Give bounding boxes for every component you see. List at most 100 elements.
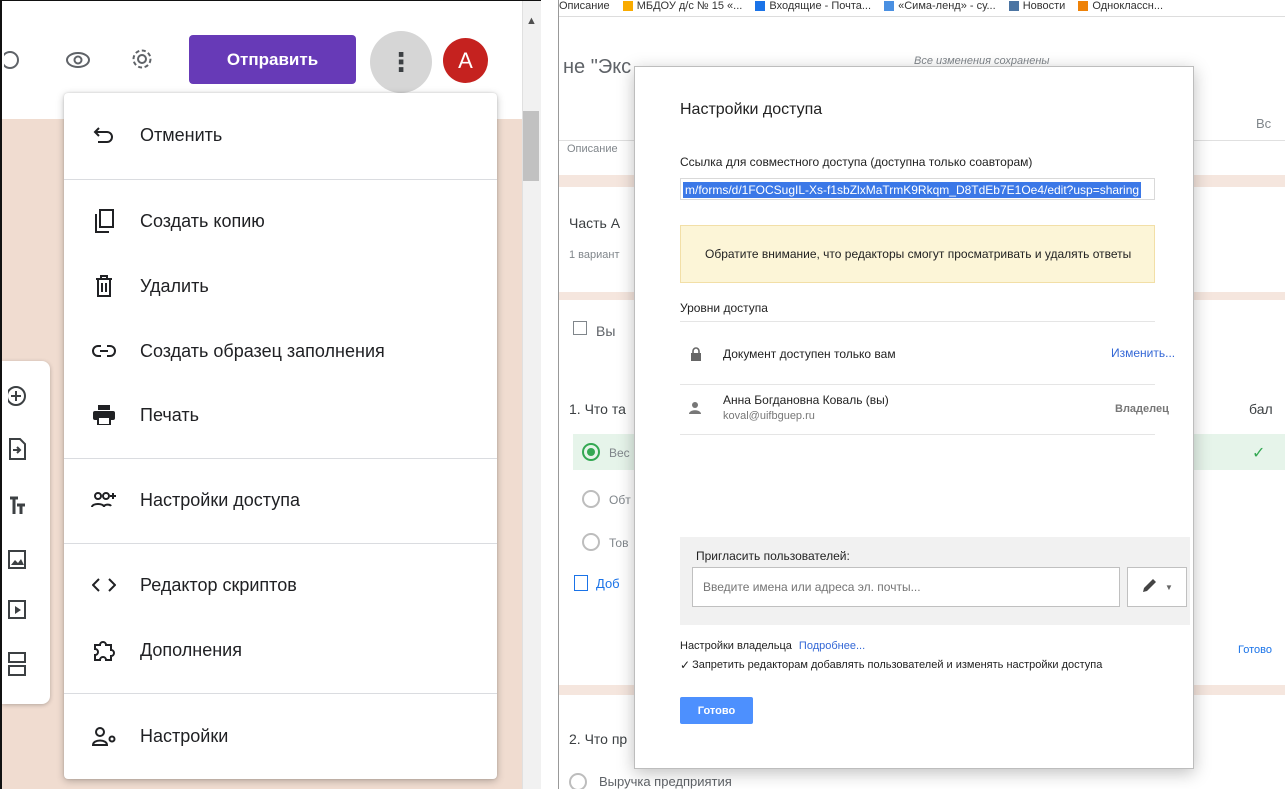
owner-settings-label: Настройки владельца bbox=[680, 640, 792, 652]
answer-key-icon bbox=[574, 575, 588, 591]
print-icon bbox=[84, 405, 124, 425]
menu-item-label: Удалить bbox=[140, 275, 209, 296]
link-icon bbox=[84, 344, 124, 358]
palette-icon[interactable] bbox=[2, 46, 30, 74]
checkbox-checked-icon[interactable]: ✓ bbox=[680, 658, 690, 672]
undo-icon bbox=[84, 126, 124, 144]
collaborator-role: Владелец bbox=[1115, 403, 1169, 415]
scroll-up-arrow-icon[interactable]: ▲ bbox=[522, 15, 541, 29]
form-title-fragment: не "Экс bbox=[563, 56, 632, 78]
check-icon: ✓ bbox=[1252, 445, 1266, 462]
vk-favicon-icon bbox=[1008, 1, 1019, 12]
correct-answer-highlight bbox=[1193, 434, 1285, 470]
learn-more-link[interactable]: Подробнее... bbox=[799, 640, 865, 652]
add-people-icon bbox=[84, 491, 124, 509]
scrollbar-thumb[interactable] bbox=[523, 111, 539, 181]
bookmarks-bar: Описание МБДОУ д/с № 15 «... Входящие - … bbox=[559, 0, 1285, 17]
menu-item-undo[interactable]: Отменить bbox=[64, 109, 497, 161]
question-type-fragment: Вы bbox=[596, 323, 616, 339]
person-icon bbox=[687, 400, 703, 416]
trash-icon bbox=[84, 275, 124, 297]
bookmark-item[interactable]: «Сима-ленд» - су... bbox=[884, 0, 996, 12]
menu-item-script-editor[interactable]: Редактор скриптов bbox=[64, 559, 497, 611]
add-image-icon[interactable] bbox=[8, 549, 30, 575]
add-question-icon[interactable] bbox=[6, 385, 30, 411]
divider bbox=[680, 434, 1155, 435]
permission-dropdown[interactable]: ▼ bbox=[1127, 567, 1187, 607]
menu-item-addons[interactable]: Дополнения bbox=[64, 624, 497, 676]
restrict-editors-row[interactable]: ✓ Запретить редакторам добавлять пользов… bbox=[680, 658, 1102, 672]
menu-item-prefilled-link[interactable]: Создать образец заполнения bbox=[64, 325, 497, 377]
add-title-icon[interactable] bbox=[8, 495, 30, 521]
avatar[interactable]: A bbox=[443, 38, 488, 83]
menu-divider bbox=[64, 543, 497, 544]
bottom-option: Выручка предприятия bbox=[599, 774, 732, 789]
floating-toolbar bbox=[2, 361, 50, 704]
menu-item-print[interactable]: Печать bbox=[64, 389, 497, 441]
owner-settings-row: Настройки владельца Подробнее... bbox=[680, 640, 865, 652]
bookmark-item[interactable]: Входящие - Почта... bbox=[755, 0, 871, 12]
bookmark-item[interactable]: Описание bbox=[559, 0, 610, 12]
more-options-menu: Отменить Создать копию Удалить Создать о… bbox=[64, 93, 497, 779]
menu-item-access-settings[interactable]: Настройки доступа bbox=[64, 474, 497, 526]
radio-icon bbox=[582, 490, 600, 508]
menu-divider bbox=[64, 458, 497, 459]
divider bbox=[680, 384, 1155, 385]
section-subtitle: 1 вариант bbox=[569, 249, 620, 261]
preview-eye-icon[interactable] bbox=[64, 46, 92, 74]
pencil-icon bbox=[1141, 576, 1159, 599]
menu-divider bbox=[64, 693, 497, 694]
share-link-field[interactable]: m/forms/d/1FOCSugIL-Xs-f1sbZlxMaTrmK9Rkq… bbox=[680, 178, 1155, 200]
menu-item-label: Создать образец заполнения bbox=[140, 340, 385, 361]
done-button[interactable]: Готово bbox=[680, 697, 753, 724]
shop-favicon-icon bbox=[884, 1, 895, 12]
question-1-fragment: 1. Что та bbox=[569, 401, 626, 417]
collaborator-name: Анна Богдановна Коваль (вы) bbox=[723, 393, 889, 407]
divider bbox=[680, 321, 1155, 322]
send-button[interactable]: Отправить bbox=[189, 35, 356, 84]
checkbox-icon bbox=[573, 321, 587, 335]
bookmark-item[interactable]: МБДОУ д/с № 15 «... bbox=[622, 0, 742, 12]
menu-divider bbox=[64, 179, 497, 180]
menu-item-make-copy[interactable]: Создать копию bbox=[64, 195, 497, 247]
add-video-icon[interactable] bbox=[8, 599, 30, 625]
menu-item-label: Дополнения bbox=[140, 639, 242, 660]
more-options-button[interactable]: ⋮ bbox=[370, 31, 432, 93]
access-level-text: Документ доступен только вам bbox=[723, 347, 896, 361]
add-section-icon[interactable] bbox=[8, 651, 30, 677]
restrict-editors-label: Запретить редакторам добавлять пользоват… bbox=[692, 659, 1103, 671]
points-fragment: бал bbox=[1249, 401, 1273, 417]
bookmark-favicon-icon bbox=[622, 1, 633, 12]
lock-icon bbox=[690, 347, 702, 361]
bookmark-item[interactable]: Новости bbox=[1008, 0, 1065, 12]
menu-item-label: Настройки доступа bbox=[140, 489, 300, 510]
import-questions-icon[interactable] bbox=[8, 437, 30, 463]
copy-icon bbox=[84, 209, 124, 233]
menu-item-label: Создать копию bbox=[140, 210, 265, 231]
radio-icon bbox=[582, 533, 600, 551]
question-2-fragment: 2. Что пр bbox=[569, 731, 628, 747]
editors-notice: Обратите внимание, что редакторы смогут … bbox=[680, 225, 1155, 283]
option-1-fragment: Вес bbox=[609, 446, 630, 460]
change-access-link[interactable]: Изменить... bbox=[1111, 346, 1175, 360]
access-levels-heading: Уровни доступа bbox=[680, 301, 768, 315]
dropdown-arrow-icon: ▼ bbox=[1165, 582, 1173, 592]
more-vert-icon: ⋮ bbox=[388, 46, 414, 77]
answer-key-fragment: Доб bbox=[596, 576, 620, 591]
option-2-fragment: Обт bbox=[609, 493, 631, 507]
menu-item-settings[interactable]: Настройки bbox=[64, 710, 497, 762]
menu-item-delete[interactable]: Удалить bbox=[64, 260, 497, 312]
invite-people-section: Пригласить пользователей: Введите имена … bbox=[680, 537, 1190, 625]
menu-item-label: Печать bbox=[140, 404, 199, 425]
menu-item-label: Отменить bbox=[140, 124, 223, 145]
code-icon bbox=[84, 577, 124, 593]
puzzle-icon bbox=[84, 639, 124, 661]
done-fragment: Готово bbox=[1238, 644, 1272, 656]
bookmark-item[interactable]: Одноклассн... bbox=[1078, 0, 1163, 12]
settings-gear-icon[interactable] bbox=[128, 45, 156, 73]
radio-icon bbox=[569, 773, 587, 789]
collaborator-email: koval@uifbguep.ru bbox=[723, 410, 815, 422]
radio-selected-icon bbox=[582, 443, 600, 461]
person-settings-icon bbox=[84, 726, 124, 746]
invite-email-input[interactable]: Введите имена или адреса эл. почты... bbox=[692, 567, 1120, 607]
